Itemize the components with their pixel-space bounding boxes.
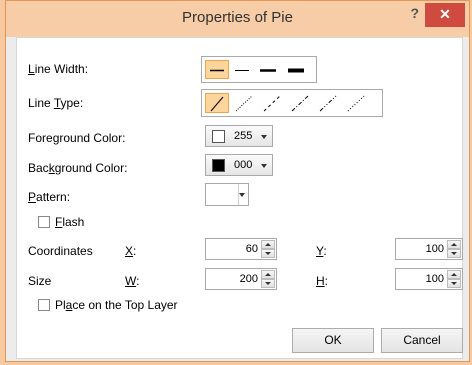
size-label: Size	[28, 274, 52, 288]
help-button[interactable]: ?	[410, 5, 419, 21]
title-bar: Properties of Pie ? ✕	[6, 1, 469, 37]
top-layer-checkbox[interactable]	[38, 299, 50, 311]
x-value: 60	[245, 243, 258, 255]
line-width-label: Line Width:	[28, 62, 89, 76]
arrow-up-icon	[265, 243, 271, 246]
w-label: W:	[125, 274, 140, 288]
line-width-option-medium[interactable]	[232, 57, 256, 82]
flash-checkbox[interactable]	[38, 216, 50, 228]
coordinates-label: Coordinates	[28, 244, 93, 258]
line-width-selector	[201, 56, 317, 83]
arrow-down-icon	[265, 282, 271, 285]
arrow-up-icon	[451, 243, 457, 246]
y-label: Y:	[316, 244, 327, 258]
h-decrement-button[interactable]	[447, 279, 461, 288]
w-increment-button[interactable]	[261, 270, 275, 279]
ok-button[interactable]: OK	[292, 328, 374, 353]
properties-dialog: Properties of Pie ? ✕ Line Width: Line T…	[5, 0, 470, 362]
chevron-down-icon	[239, 193, 245, 197]
y-decrement-button[interactable]	[447, 249, 461, 258]
x-label: X:	[125, 244, 137, 258]
arrow-up-icon	[451, 273, 457, 276]
chevron-down-icon	[261, 135, 267, 139]
foreground-color-label: Foreground Color:	[28, 131, 126, 145]
y-increment-button[interactable]	[447, 240, 461, 249]
x-increment-button[interactable]	[261, 240, 275, 249]
pattern-label: Pattern:	[28, 190, 71, 204]
y-spinbox[interactable]: 100	[395, 238, 463, 260]
pattern-dropdown[interactable]	[205, 183, 249, 206]
h-label: H:	[316, 274, 329, 288]
top-layer-label: Place on the Top Layer	[55, 298, 178, 312]
chevron-down-icon	[261, 164, 267, 168]
line-type-label: Line Type:	[28, 96, 84, 110]
line-width-option-extra-thick[interactable]	[284, 57, 310, 82]
arrow-down-icon	[451, 282, 457, 285]
line-type-samples-icon	[210, 95, 365, 112]
background-color-button[interactable]: 000	[205, 154, 273, 176]
close-button[interactable]: ✕	[425, 3, 465, 27]
dialog-content: Line Width: Line Type: Foreground Color:…	[16, 37, 463, 359]
background-color-label: Background Color:	[28, 161, 128, 175]
foreground-color-value: 255	[234, 130, 253, 142]
h-spinbox[interactable]: 100	[395, 268, 463, 290]
background-swatch	[212, 159, 225, 172]
line-type-selector	[201, 89, 383, 117]
w-value: 200	[239, 273, 258, 285]
h-increment-button[interactable]	[447, 270, 461, 279]
pattern-preview	[206, 184, 239, 205]
foreground-color-button[interactable]: 255	[205, 125, 273, 147]
x-spinbox[interactable]: 60	[205, 238, 277, 260]
arrow-up-icon	[265, 273, 271, 276]
w-spinbox[interactable]: 200	[205, 268, 277, 290]
h-value: 100	[425, 273, 444, 285]
x-decrement-button[interactable]	[261, 249, 275, 258]
arrow-down-icon	[265, 252, 271, 255]
line-width-option-thick[interactable]	[257, 57, 281, 82]
dialog-title: Properties of Pie	[182, 9, 293, 26]
background-color-value: 000	[234, 159, 253, 171]
w-decrement-button[interactable]	[261, 279, 275, 288]
arrow-down-icon	[451, 252, 457, 255]
cancel-button[interactable]: Cancel	[381, 328, 463, 353]
foreground-swatch	[212, 130, 225, 143]
y-value: 100	[425, 243, 444, 255]
flash-label: Flash	[55, 215, 85, 229]
